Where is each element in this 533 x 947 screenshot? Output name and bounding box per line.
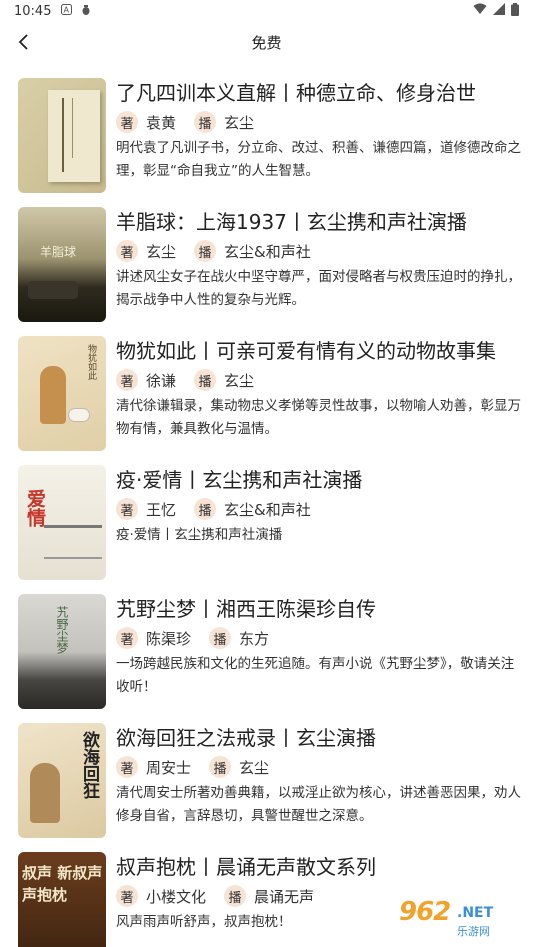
- narrator-name: 玄尘&和声社: [224, 242, 311, 261]
- cover-text: 羊脂球: [40, 245, 77, 259]
- author-tag: 著: [116, 240, 138, 262]
- cover-text: 欲海回狂: [79, 731, 99, 799]
- author-name: 袁黄: [146, 113, 177, 132]
- item-title[interactable]: 艽野尘梦丨湘西王陈渠珍自传: [116, 595, 521, 623]
- signal-icon: [493, 3, 505, 19]
- cover-text: 艽野尘梦: [55, 606, 69, 654]
- item-title[interactable]: 羊脂球：上海1937丨玄尘携和声社演播: [116, 208, 521, 236]
- status-bar: 10:45 A: [0, 0, 533, 22]
- narrator-tag: 播: [209, 627, 232, 649]
- book-cover[interactable]: 艽野尘梦: [18, 594, 106, 709]
- watermark-number: 962: [399, 897, 451, 927]
- author-name: 玄尘: [146, 242, 177, 261]
- cover-text: 爱情: [24, 489, 46, 527]
- item-description: 一场跨越民族和文化的生死追随。有声小说《艽野尘梦》，敬请关注收听！: [116, 656, 515, 695]
- list-item[interactable]: 爱情 疫·爱情丨玄尘携和声社演播 著 王忆 播 玄尘&和声社 疫·爱情丨玄尘携和…: [0, 465, 533, 594]
- item-title[interactable]: 叔声抱枕丨晨诵无声散文系列: [116, 853, 521, 881]
- list-item[interactable]: 欲海回狂 欲海回狂之法戒录丨玄尘演播 著 周安士 播 玄尘 清代周安士所著劝善典…: [0, 723, 533, 852]
- book-cover[interactable]: 羊脂球: [18, 207, 106, 322]
- item-description: 疫·爱情丨玄尘携和声社演播: [116, 527, 283, 543]
- narrator-tag: 播: [194, 240, 217, 262]
- author-tag: 著: [116, 756, 138, 778]
- page-title: 免费: [251, 33, 282, 52]
- item-description: 清代徐谦辑录，集动物忠义孝悌等灵性故事，以物喻人劝善，彰显万物有情，兼具教化与温…: [116, 398, 521, 437]
- svg-text:A: A: [64, 6, 70, 15]
- book-cover[interactable]: 物犹如此: [18, 336, 106, 451]
- author-name: 周安士: [146, 758, 192, 777]
- narrator-tag: 播: [194, 369, 217, 391]
- item-title[interactable]: 欲海回狂之法戒录丨玄尘演播: [116, 724, 521, 752]
- list-item[interactable]: 了凡四训本义直解丨种德立命、修身治世 著 袁黄 播 玄尘 明代袁了凡训子书，分立…: [0, 78, 533, 207]
- narrator-name: 东方: [239, 629, 270, 648]
- author-name: 徐谦: [146, 371, 177, 390]
- book-cover[interactable]: 欲海回狂: [18, 723, 106, 838]
- list-item[interactable]: 艽野尘梦 艽野尘梦丨湘西王陈渠珍自传 著 陈渠珍 播 东方 一场跨越民族和文化的…: [0, 594, 533, 723]
- item-title[interactable]: 物犹如此丨可亲可爱有情有义的动物故事集: [116, 337, 521, 365]
- cover-text: 物犹如此: [86, 344, 96, 380]
- wifi-icon: [473, 3, 487, 19]
- cover-text: 叔声 新叔声 声抱枕: [22, 864, 103, 904]
- author-name: 王忆: [146, 500, 177, 519]
- nav-bar: 免费: [0, 22, 533, 62]
- item-title[interactable]: 疫·爱情丨玄尘携和声社演播: [116, 466, 521, 494]
- item-title[interactable]: 了凡四训本义直解丨种德立命、修身治世: [116, 79, 521, 107]
- author-tag: 著: [116, 111, 138, 133]
- book-cover[interactable]: [18, 78, 106, 193]
- author-name: 小楼文化: [146, 887, 207, 906]
- watermark-logo: 962 .NET 乐游网: [395, 897, 527, 941]
- book-cover[interactable]: 叔声 新叔声 声抱枕: [18, 852, 106, 947]
- chevron-left-icon: [18, 34, 28, 50]
- list-item[interactable]: 羊脂球 羊脂球：上海1937丨玄尘携和声社演播 著 玄尘 播 玄尘&和声社 讲述…: [0, 207, 533, 336]
- watermark-cn: 乐游网: [457, 925, 490, 938]
- narrator-name: 晨诵无声: [254, 887, 315, 906]
- back-button[interactable]: [8, 26, 40, 58]
- battery-icon: [511, 2, 519, 20]
- author-tag: 著: [116, 627, 138, 649]
- bug-icon: [80, 4, 92, 19]
- item-description: 清代周安士所著劝善典籍，以戒淫止欲为核心，讲述善恶因果，劝人修身自省，言辞恳切，…: [116, 785, 521, 824]
- narrator-tag: 播: [224, 885, 247, 907]
- list-item[interactable]: 物犹如此 物犹如此丨可亲可爱有情有义的动物故事集 著 徐谦 播 玄尘 清代徐谦辑…: [0, 336, 533, 465]
- author-tag: 著: [116, 369, 138, 391]
- book-cover[interactable]: 爱情: [18, 465, 106, 580]
- item-description: 明代袁了凡训子书，分立命、改过、积善、谦德四篇，道修德改命之理，彰显“命自我立”…: [116, 140, 521, 179]
- narrator-name: 玄尘: [224, 113, 255, 132]
- narrator-tag: 播: [209, 756, 232, 778]
- a-icon: A: [61, 4, 73, 18]
- watermark-net: .NET: [457, 905, 494, 921]
- item-description: 讲述风尘女子在战火中坚守尊严，面对侵略者与权贵压迫时的挣扎，揭示战争中人性的复杂…: [116, 269, 521, 308]
- status-time: 10:45: [14, 3, 52, 19]
- narrator-name: 玄尘&和声社: [224, 500, 311, 519]
- narrator-name: 玄尘: [239, 758, 270, 777]
- audiobook-list: 了凡四训本义直解丨种德立命、修身治世 著 袁黄 播 玄尘 明代袁了凡训子书，分立…: [0, 62, 533, 947]
- author-tag: 著: [116, 885, 138, 907]
- narrator-name: 玄尘: [224, 371, 255, 390]
- author-tag: 著: [116, 498, 138, 520]
- narrator-tag: 播: [194, 111, 217, 133]
- author-name: 陈渠珍: [146, 629, 192, 648]
- narrator-tag: 播: [194, 498, 217, 520]
